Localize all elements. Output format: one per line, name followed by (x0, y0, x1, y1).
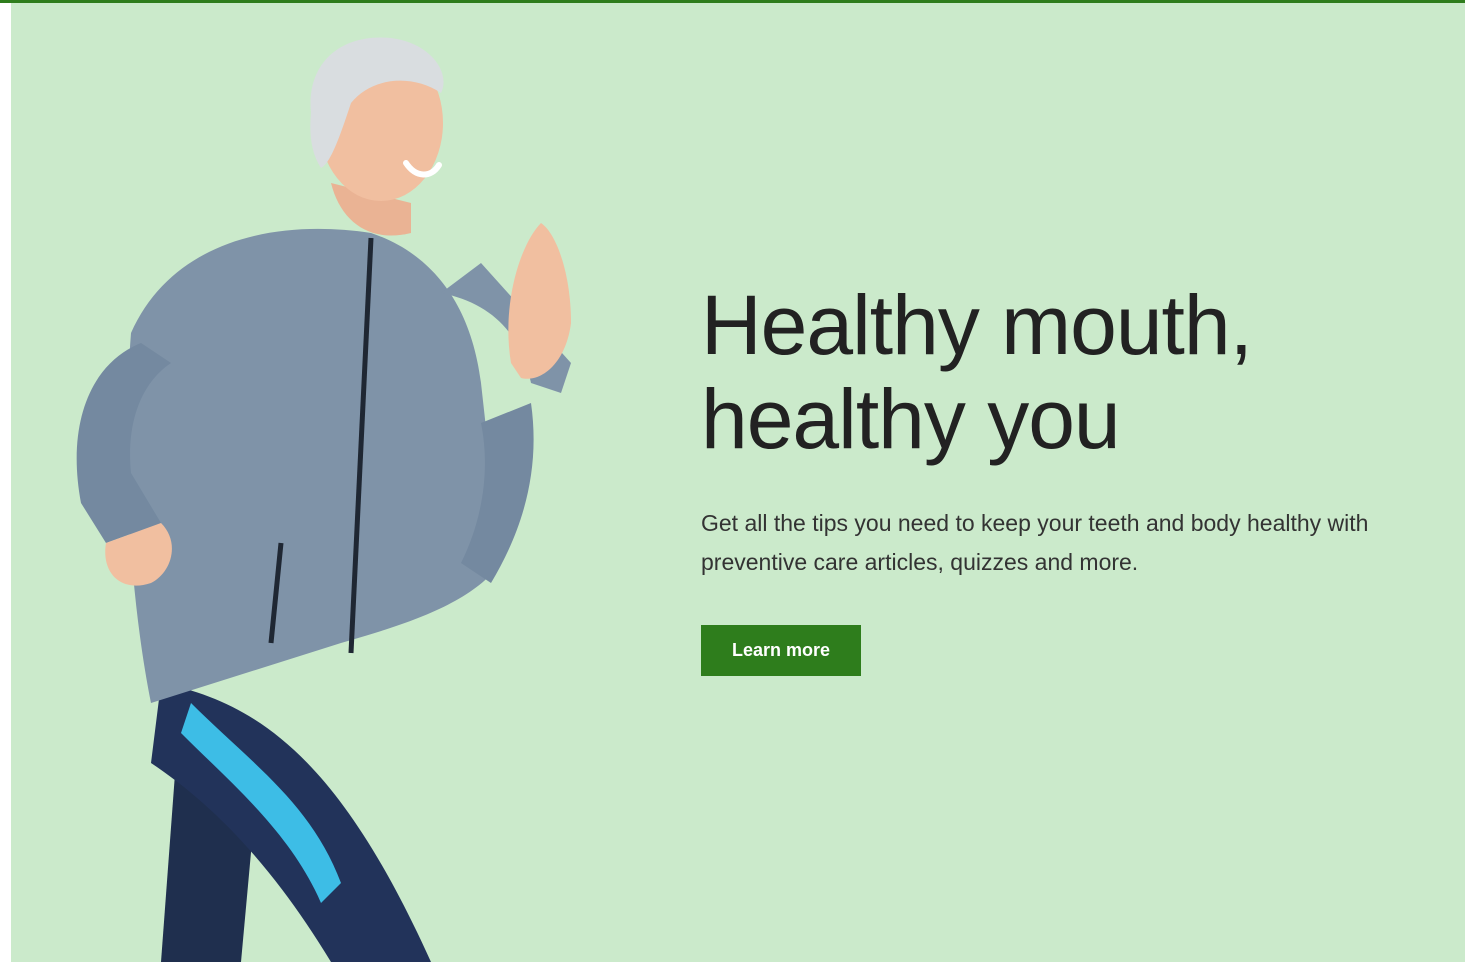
jogger-illustration (76, 37, 571, 962)
hero-body-copy: Get all the tips you need to keep your t… (701, 510, 1369, 575)
hero-banner: Healthy mouth, healthy you Get all the t… (11, 3, 1465, 962)
hero-headline: Healthy mouth, healthy you (701, 278, 1421, 466)
learn-more-button[interactable]: Learn more (701, 625, 861, 676)
hero-headline-line-1: Healthy mouth, (701, 278, 1253, 372)
hero-text-block: Healthy mouth, healthy you Get all the t… (701, 278, 1421, 676)
hero-headline-line-2: healthy you (701, 372, 1121, 466)
woman-jogging-photo (11, 3, 651, 962)
